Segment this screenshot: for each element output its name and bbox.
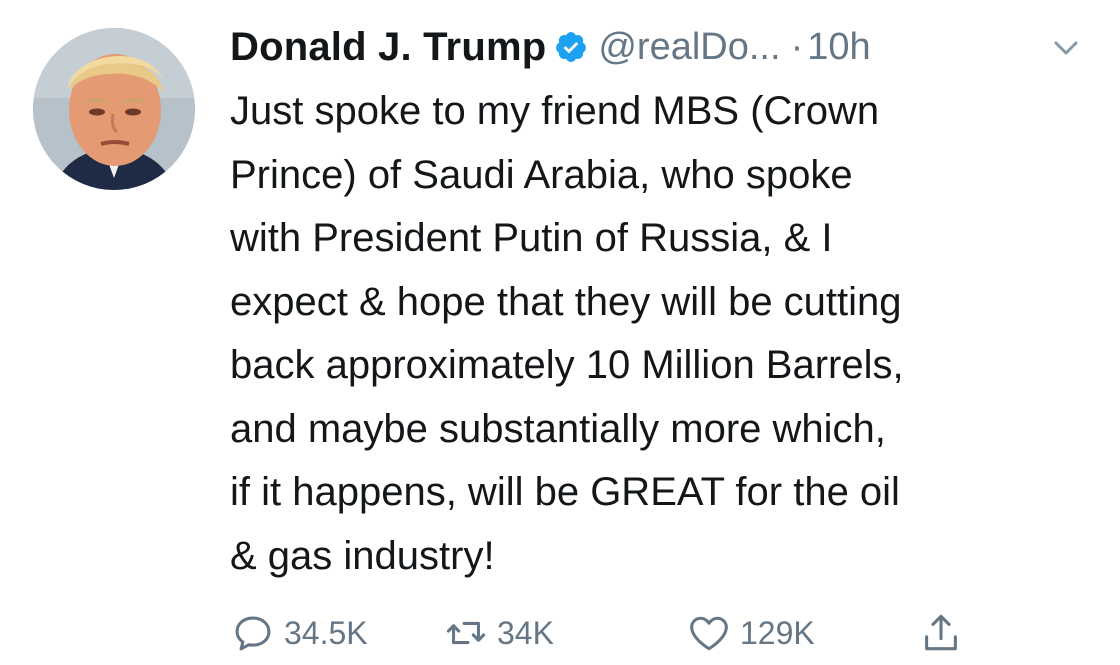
- share-icon: [918, 610, 964, 656]
- share-button[interactable]: [918, 608, 964, 658]
- like-button[interactable]: 129K: [686, 608, 815, 658]
- tweet-card[interactable]: Donald J. Trump @realDo... · 10h Just sp…: [0, 0, 1120, 665]
- reply-button[interactable]: 34.5K: [230, 608, 368, 658]
- verified-badge-icon: [554, 30, 588, 64]
- action-bar: 34.5K 34K 129K: [230, 608, 1100, 658]
- heart-icon: [686, 610, 732, 656]
- author-handle[interactable]: @realDo...: [598, 26, 780, 69]
- avatar[interactable]: [33, 28, 195, 190]
- tweet-header: Donald J. Trump @realDo... · 10h: [230, 14, 871, 80]
- tweet-text-line: if it happens, will be GREAT for the oil: [230, 470, 900, 514]
- reply-icon: [230, 610, 276, 656]
- like-count: 129K: [740, 614, 815, 651]
- avatar-portrait: [33, 28, 195, 190]
- chevron-down-icon[interactable]: [1048, 30, 1084, 66]
- tweet-text-line: and maybe substantially more which,: [230, 406, 886, 451]
- tweet-text: Just spoke to my friend MBS (Crown Princ…: [230, 80, 1100, 588]
- tweet-text-line: Prince) of Saudi Arabia, who spoke: [230, 152, 853, 197]
- reply-count: 34.5K: [284, 614, 368, 651]
- retweet-count: 34K: [497, 614, 554, 651]
- tweet-text-line: with President Putin of Russia, & I: [230, 216, 833, 260]
- tweet-text-line: expect & hope that they will be cutting: [230, 279, 902, 324]
- timestamp[interactable]: 10h: [807, 26, 870, 69]
- retweet-icon: [443, 610, 489, 656]
- tweet-text-line: Just spoke to my friend MBS (Crown: [230, 89, 880, 133]
- tweet-text-line: & gas industry!: [230, 533, 495, 578]
- author-name[interactable]: Donald J. Trump: [230, 25, 546, 70]
- tweet-text-line: back approximately 10 Million Barrels,: [230, 343, 904, 387]
- retweet-button[interactable]: 34K: [443, 608, 554, 658]
- separator-dot: ·: [790, 25, 804, 68]
